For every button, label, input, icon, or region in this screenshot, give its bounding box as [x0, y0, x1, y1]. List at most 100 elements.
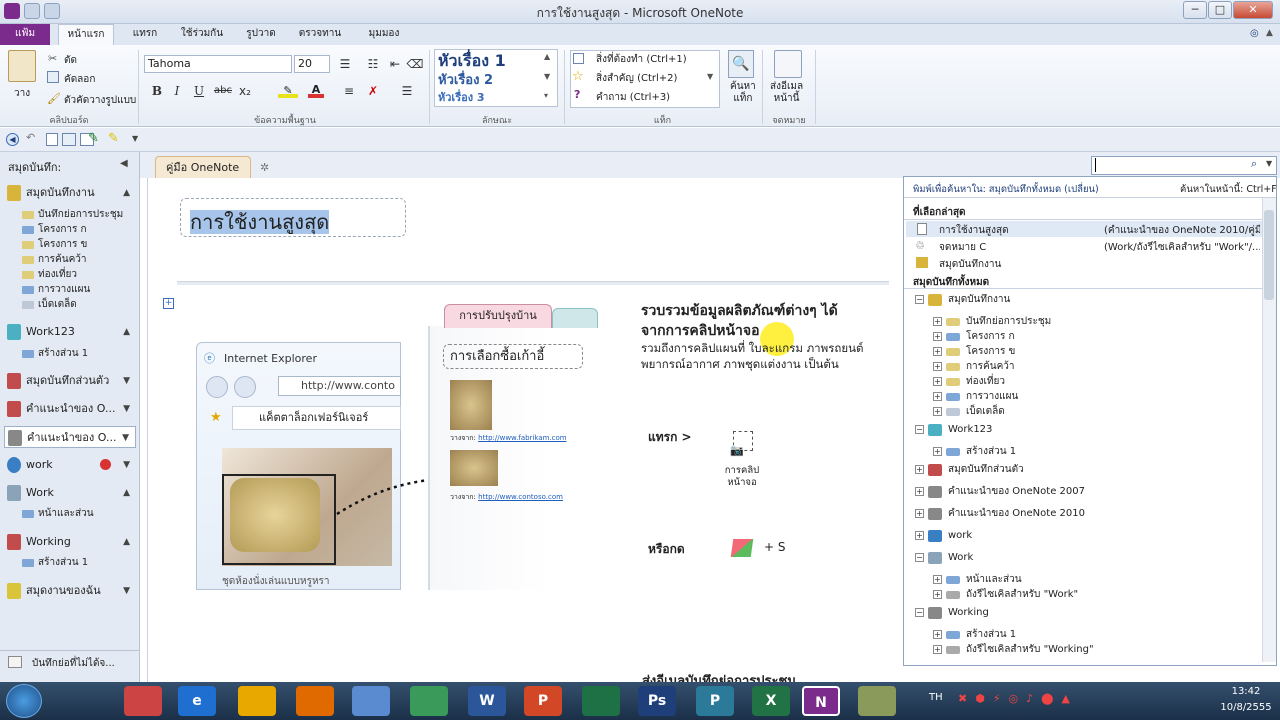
expand-icon[interactable]: +: [933, 575, 942, 584]
font-name-combo[interactable]: Tahoma: [144, 55, 292, 73]
align-icon[interactable]: ≡: [340, 82, 358, 100]
tree-item[interactable]: + คำแนะนำของ OneNote 2007: [904, 484, 1262, 499]
expand-icon[interactable]: +: [915, 487, 924, 496]
section-tab-guide[interactable]: คู่มือ OneNote: [155, 156, 251, 178]
clip2-link[interactable]: http://www.contoso.com: [478, 493, 563, 501]
highlighter-icon[interactable]: ✎: [108, 131, 119, 146]
font-color-icon[interactable]: A: [308, 83, 324, 98]
tree-item[interactable]: + ถังรีไซเคิลสำหรับ "Working": [904, 642, 1262, 657]
unfiled-notes-link[interactable]: บันทึกย่อที่ไม่ได้จ...: [32, 656, 115, 671]
section-item[interactable]: หน้าและส่วน: [22, 507, 94, 521]
tree-item[interactable]: + โครงการ ก: [904, 329, 1262, 344]
notebook-item[interactable]: work ▼: [4, 454, 136, 476]
section-item[interactable]: การค้นคว้า: [22, 253, 87, 267]
recent-item-name[interactable]: การใช้งานสูงสุด: [939, 223, 1009, 238]
chevron-up-icon[interactable]: ▲: [123, 482, 130, 504]
collapse-pane-icon[interactable]: ◀: [120, 158, 128, 169]
tree-item[interactable]: + work: [904, 528, 1262, 543]
expand-icon[interactable]: +: [933, 392, 942, 401]
section-item[interactable]: เบ็ดเตล็ด: [22, 298, 77, 312]
notebook-item[interactable]: Work123 ▲: [4, 321, 136, 343]
bottom-heading[interactable]: ส่งอีเมลบันทึกย่อการประชุม: [642, 670, 796, 682]
collapse-icon[interactable]: −: [915, 425, 924, 434]
taskbar-app-icon[interactable]: [238, 686, 276, 716]
underline-button[interactable]: U: [190, 82, 208, 100]
tree-item[interactable]: + หน้าและส่วน: [904, 572, 1262, 587]
paste-icon[interactable]: [8, 50, 36, 82]
tab-home[interactable]: หน้าแรก: [58, 24, 114, 45]
tree-item[interactable]: + ถังรีไซเคิลสำหรับ "Work": [904, 587, 1262, 602]
delete-format-icon[interactable]: ✗: [364, 82, 382, 100]
section-item[interactable]: การวางแผน: [22, 283, 90, 297]
numbering-icon[interactable]: ☷: [364, 55, 382, 73]
tree-item[interactable]: + คำแนะนำของ OneNote 2010: [904, 506, 1262, 521]
chevron-down-icon[interactable]: ▼: [122, 427, 129, 447]
heading3-style[interactable]: หัวเรื่อง 3: [438, 88, 485, 106]
tab-insert[interactable]: แทรก: [120, 24, 170, 45]
back-arrow-icon[interactable]: ◀: [6, 133, 19, 146]
new-section-icon[interactable]: ✲: [260, 161, 269, 174]
taskbar-app-icon[interactable]: Ps: [638, 686, 676, 716]
heading2-style[interactable]: หัวเรื่อง 2: [438, 69, 493, 90]
highlight-icon[interactable]: ✎: [278, 84, 298, 98]
ribbon-collapse-icon[interactable]: ▲: [1266, 28, 1273, 38]
chevron-down-icon[interactable]: ▼: [123, 580, 130, 602]
taskbar-app-icon[interactable]: [296, 686, 334, 716]
search-icon[interactable]: ⌕: [1251, 157, 1257, 171]
copy-button[interactable]: คัดลอก: [64, 72, 95, 87]
gallery-more-icon[interactable]: ▾: [544, 91, 548, 100]
close-button[interactable]: ✕: [1233, 1, 1273, 19]
font-size-combo[interactable]: 20: [294, 55, 330, 73]
tag-question[interactable]: คำถาม (Ctrl+3): [596, 90, 670, 105]
chevron-up-icon[interactable]: ▲: [123, 321, 130, 343]
taskbar-app-icon[interactable]: e: [178, 686, 216, 716]
taskbar-app-icon[interactable]: [582, 686, 620, 716]
email-page-button[interactable]: ส่งอีเมล หน้านี้: [770, 81, 803, 105]
expand-icon[interactable]: +: [933, 630, 942, 639]
language-indicator[interactable]: TH: [929, 692, 943, 703]
page-title[interactable]: การใช้งานสูงสุด: [190, 206, 330, 238]
gallery-up-icon[interactable]: ▲: [544, 52, 550, 61]
bullets-icon[interactable]: ☰: [336, 55, 354, 73]
taskbar-app-icon[interactable]: [410, 686, 448, 716]
tree-item[interactable]: + เบ็ดเตล็ด: [904, 404, 1262, 419]
expand-icon[interactable]: +: [933, 590, 942, 599]
view-icon[interactable]: [62, 133, 76, 146]
clip1-link[interactable]: http://www.fabrikam.com: [478, 434, 566, 442]
undo-arrow-icon[interactable]: ↶: [26, 131, 35, 144]
section-item[interactable]: โครงการ ข: [22, 238, 87, 252]
format-painter-button[interactable]: ตัวคัดวางรูปแบบ: [64, 93, 136, 108]
collapse-icon[interactable]: −: [915, 608, 924, 617]
start-button[interactable]: [6, 684, 42, 718]
tab-file[interactable]: แฟ้ม: [0, 24, 50, 45]
taskbar-app-icon[interactable]: P: [696, 686, 734, 716]
sync-error-icon[interactable]: [100, 459, 111, 470]
gallery-down-icon[interactable]: ▼: [544, 72, 550, 81]
tree-item[interactable]: + โครงการ ข: [904, 344, 1262, 359]
taskbar-app-icon[interactable]: P: [524, 686, 562, 716]
outdent-icon[interactable]: ⇤: [386, 55, 404, 73]
tab-draw[interactable]: รูปวาด: [236, 24, 286, 45]
qat-customize-icon[interactable]: ▼: [132, 134, 138, 143]
tab-view[interactable]: มุมมอง: [354, 24, 414, 45]
section-item[interactable]: โครงการ ก: [22, 223, 87, 237]
chevron-down-icon[interactable]: ▼: [123, 370, 130, 392]
content-heading-2[interactable]: จากการคลิปหน้าจอ: [641, 320, 760, 342]
expand-icon[interactable]: +: [933, 407, 942, 416]
tree-item[interactable]: − Work: [904, 550, 1262, 565]
search-dropdown-icon[interactable]: ▼: [1266, 159, 1272, 168]
paste-button[interactable]: วาง: [14, 86, 30, 101]
scrollbar-thumb[interactable]: [1264, 210, 1274, 300]
tree-item[interactable]: + สร้างส่วน 1: [904, 444, 1262, 459]
chevron-down-icon[interactable]: ▼: [123, 454, 130, 476]
cut-button[interactable]: ตัด: [64, 53, 77, 68]
expand-icon[interactable]: +: [933, 362, 942, 371]
section-item[interactable]: สร้างส่วน 1: [22, 556, 88, 570]
search-scope[interactable]: พิมพ์เพื่อค้นหาใน: สมุดบันทึกทั้งหมด (เป…: [913, 182, 1099, 197]
tree-item[interactable]: + ท่องเที่ยว: [904, 374, 1262, 389]
help-icon[interactable]: ◎: [1250, 28, 1259, 39]
minimize-button[interactable]: ─: [1183, 1, 1207, 19]
tree-item[interactable]: +สมุดงานของฉัน: [904, 660, 1262, 662]
tray-icons[interactable]: ✖⬢⚡◎♪⬤▲: [958, 692, 1078, 705]
section-item[interactable]: ท่องเที่ยว: [22, 268, 77, 282]
